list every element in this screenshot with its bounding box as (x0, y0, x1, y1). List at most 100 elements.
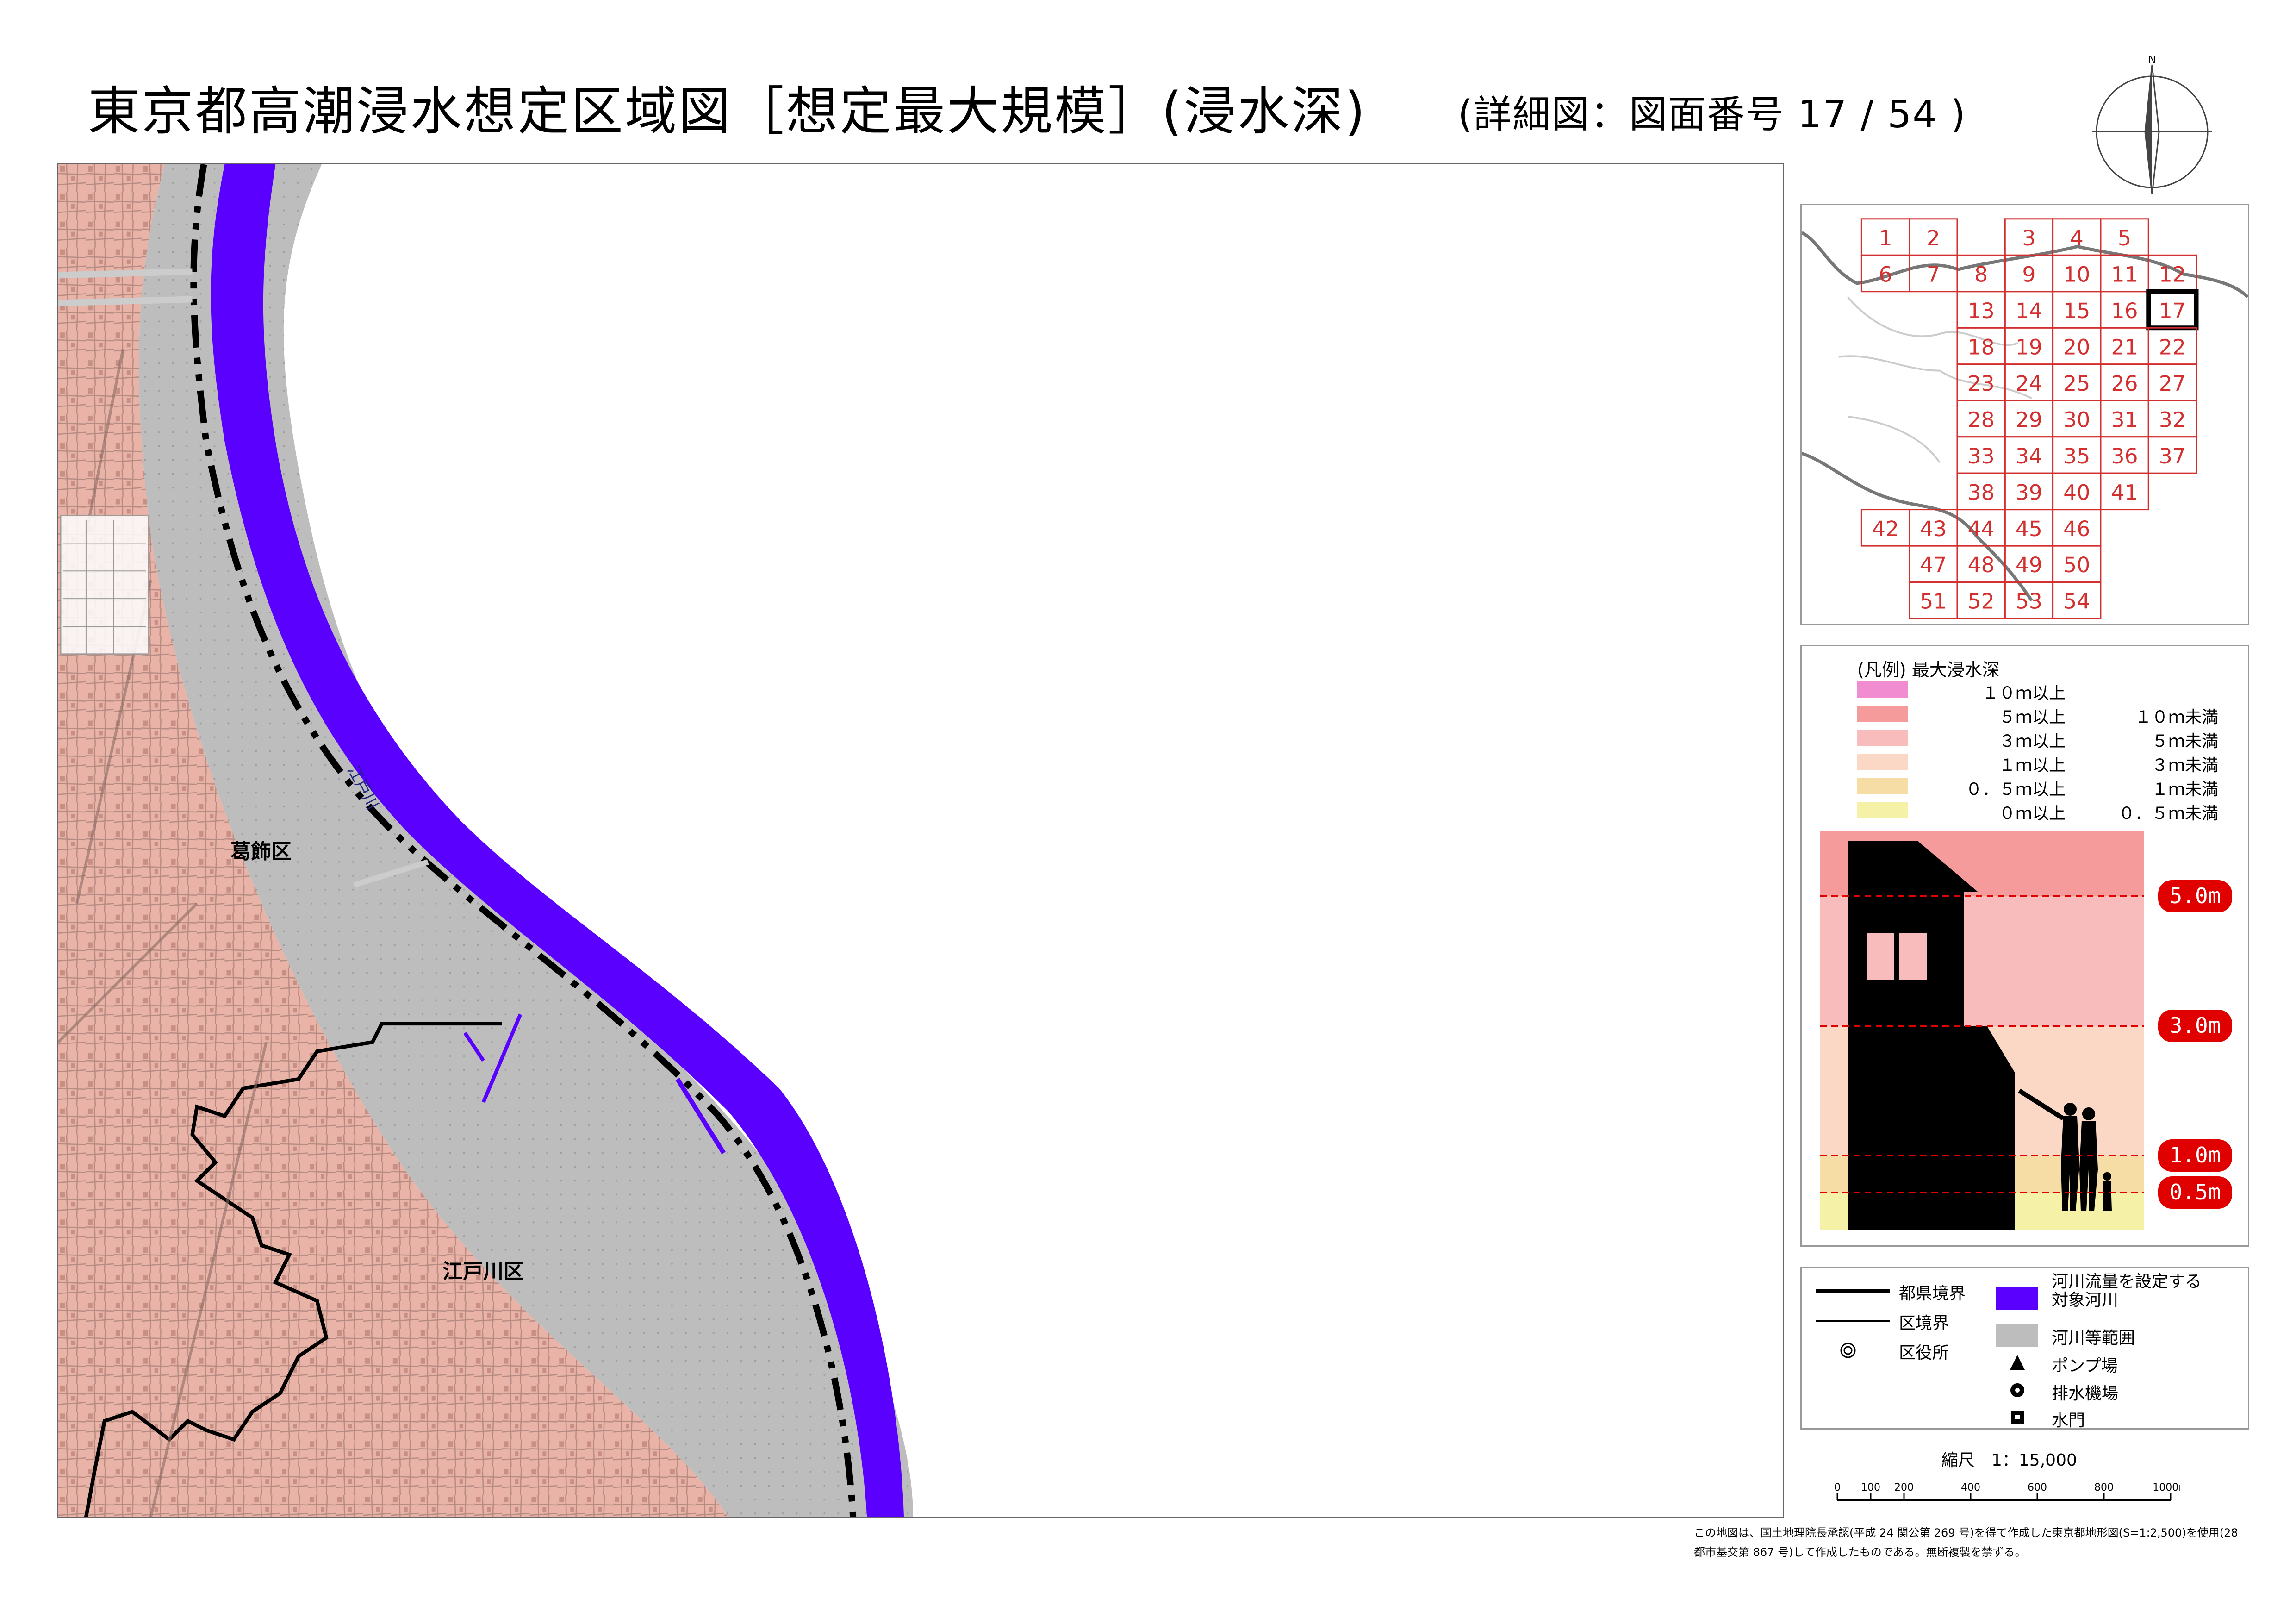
scale-tick-label: 400 (1961, 1482, 1980, 1493)
depth-marker: 3.0m (2158, 1010, 2232, 1042)
legend-item: ０．５ｍ以上 １ｍ未満 (1857, 776, 2237, 799)
index-cell-number: 37 (2159, 444, 2186, 468)
index-cell-number: 48 (1968, 553, 1995, 577)
index-cell-number: 9 (2022, 262, 2035, 287)
index-cell-number: 12 (2159, 262, 2186, 287)
legend-upper: １０ｍ未満 (2134, 708, 2218, 727)
index-cell-number: 6 (1879, 262, 1892, 287)
symbol-target-river: 河川流量を設定する 対象河川 (2052, 1272, 2202, 1310)
map-credit: この地図は、国土地理院長承認(平成 24 関公第 269 号)を得て作成した東京… (1694, 1526, 2238, 1559)
index-cell-number: 23 (1968, 371, 1995, 396)
legend-swatch (1857, 778, 1908, 794)
index-cell-number: 47 (1920, 553, 1947, 577)
legend-lower: ５ｍ以上 (1998, 708, 2066, 727)
symbol-legend: 都県境界 区境界 区役所 河川流量を設定する 対象河川 河川等範囲 ポンプ場 排… (1800, 1267, 2249, 1430)
index-cell-number: 7 (1927, 262, 1940, 287)
legend-title: (凡例) 最大浸水深 (1857, 660, 2000, 680)
legend-swatch (1857, 730, 1908, 746)
triangle-icon (2010, 1355, 2025, 1370)
svg-text:3.0m: 3.0m (2170, 1013, 2221, 1038)
index-cell-number: 46 (2063, 517, 2090, 541)
legend-item: ５ｍ以上 １０ｍ未満 (1857, 704, 2237, 727)
legend-swatch (1857, 706, 1908, 722)
legend-lower: ０．５ｍ以上 (1965, 780, 2066, 799)
compass-north-label: N (2148, 56, 2156, 66)
index-cell-number: 28 (1968, 407, 1995, 432)
legend-lower: ３ｍ以上 (1998, 732, 2066, 751)
symbol-ward-office: 区役所 (1899, 1343, 1949, 1362)
index-cell-number: 1 (1879, 226, 1892, 250)
index-cell-number: 20 (2063, 335, 2090, 359)
index-cell-number: 3 (2022, 226, 2035, 250)
scale-tick-label: 800 (2094, 1482, 2114, 1493)
depth-marker: 1.0m (2158, 1139, 2232, 1172)
index-cell-number: 19 (2016, 335, 2042, 359)
index-cell-number: 16 (2111, 299, 2138, 323)
index-cell-number: 45 (2016, 517, 2042, 541)
index-cell-number: 38 (1968, 480, 1995, 505)
legend-item: ３ｍ以上 ５ｍ未満 (1857, 728, 2237, 751)
scale-tick-label: 200 (1894, 1482, 1914, 1493)
symbol-river-area: 河川等範囲 (2052, 1329, 2135, 1348)
legend-upper: ３ｍ未満 (2151, 756, 2218, 775)
index-map[interactable]: 1 2 3 4 5 6 7 8 9 10 11 12 13 14 15 16 17 18 19 20 21 22 23 24 2… (1800, 204, 2249, 625)
index-cell-number: 11 (2111, 262, 2138, 287)
legend-upper: １ｍ未満 (2151, 780, 2218, 799)
depth-illustration: 5.0m 3.0m 1.0m 0.5m (1820, 831, 2232, 1230)
symbol-pump-station: ポンプ場 (2052, 1356, 2118, 1375)
legend-item: １ｍ以上 ３ｍ未満 (1857, 752, 2237, 775)
index-cell-number: 39 (2016, 480, 2042, 505)
ward-label-edogawa: 江戸川区 (442, 1260, 524, 1283)
index-cell-number: 17 (2159, 299, 2186, 323)
legend-swatch (1857, 754, 1908, 770)
index-cell-number: 33 (1968, 444, 1995, 468)
index-cell-number: 31 (2111, 407, 2138, 432)
index-cell-number: 50 (2063, 553, 2090, 577)
legend-lower: ０ｍ以上 (1998, 804, 2066, 823)
flood-map[interactable]: 葛飾区 江戸川区 江戸川 (57, 163, 1784, 1518)
index-cell-number: 43 (1920, 517, 1947, 541)
scale-bar: 0 100 200 400 600 800 1000m (1834, 1482, 2180, 1501)
index-cell-number: 36 (2111, 444, 2138, 468)
legend-upper: ０．５ｍ未満 (2118, 804, 2218, 823)
index-cell-number: 24 (2016, 371, 2042, 396)
index-cell-number: 14 (2016, 299, 2042, 323)
index-cell-number: 10 (2063, 262, 2090, 287)
scale-tick-label: 0 (1834, 1482, 1841, 1493)
index-cell-number: 41 (2111, 480, 2138, 505)
sheet-number: (詳細図：図面番号 17 / 54 ) (1458, 93, 1966, 137)
index-cell-number: 51 (1920, 589, 1947, 614)
scale-label: 縮尺 1：15,000 (1941, 1451, 2077, 1470)
legend-upper: ５ｍ未満 (2151, 732, 2218, 751)
index-cell-number: 53 (2016, 589, 2042, 614)
scale-tick-label: 100 (1861, 1482, 1880, 1493)
index-cell-number: 42 (1872, 517, 1899, 541)
river-area-swatch (1996, 1324, 2038, 1347)
index-cell-number: 52 (1968, 589, 1995, 614)
index-cell-number: 44 (1968, 517, 1995, 541)
index-cell-number: 25 (2063, 371, 2090, 396)
ward-label-katsushika: 葛飾区 (230, 840, 292, 863)
index-cell-number: 34 (2016, 444, 2042, 468)
svg-text:5.0m: 5.0m (2170, 883, 2221, 908)
symbol-floodgate: 水門 (2052, 1411, 2085, 1430)
index-cell-number: 5 (2118, 226, 2131, 250)
index-cell-number: 13 (1968, 299, 1995, 323)
legend-swatch (1857, 681, 1908, 698)
index-cell-number: 30 (2063, 407, 2090, 432)
legend-item: ０ｍ以上 ０．５ｍ未満 (1857, 800, 2237, 823)
symbol-ward-boundary: 区境界 (1899, 1314, 1949, 1333)
index-cell-number: 27 (2159, 371, 2186, 396)
svg-text:0.5m: 0.5m (2170, 1180, 2221, 1205)
square-dot-icon (2011, 1411, 2024, 1424)
target-river-swatch (1996, 1287, 2038, 1310)
symbol-prefecture-boundary: 都県境界 (1899, 1284, 1966, 1303)
index-cell-number: 35 (2063, 444, 2090, 468)
legend-lower: １０ｍ以上 (1982, 684, 2066, 703)
index-cell-number: 21 (2111, 335, 2138, 359)
depth-marker: 0.5m (2158, 1176, 2232, 1209)
legend-swatch (1857, 802, 1908, 818)
depth-legend: (凡例) 最大浸水深 １０ｍ以上 ５ｍ以上 １０ｍ未満 ３ｍ以上 ５ｍ未満 １ｍ… (1800, 645, 2249, 1247)
compass-icon: N (2092, 56, 2212, 194)
legend-item: １０ｍ以上 (1857, 680, 2237, 703)
